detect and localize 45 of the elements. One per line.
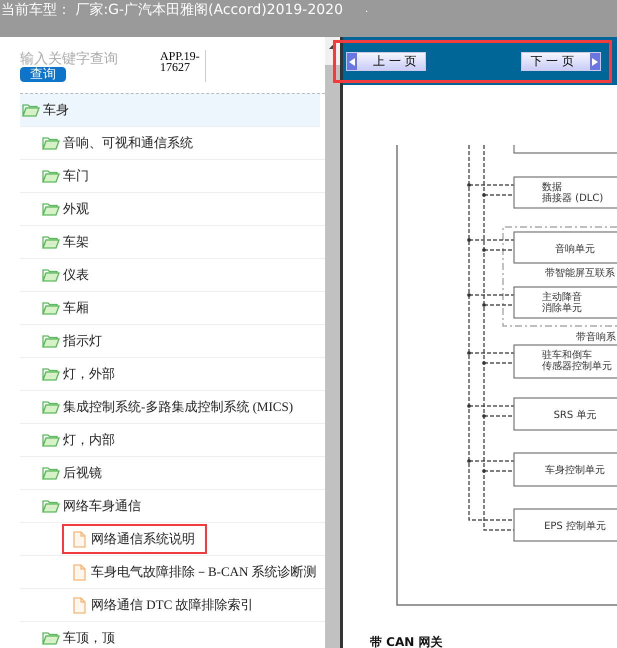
folder-icon [42,268,60,282]
version-text: APP.19-17627 [160,50,206,82]
module-label: 车身控制单元 [545,465,605,476]
folder-icon [42,466,60,480]
connector-line [467,238,515,252]
connector-line [467,459,515,473]
module-label: 音响单元 [555,244,595,255]
section-heading: 带 CAN 网关 [370,635,442,648]
module-label: 主动降音 消除单元 [542,292,582,314]
tree-item[interactable]: 车身 [20,94,320,127]
right-arrow-icon [592,58,598,66]
connector-line [467,404,515,418]
next-page-button[interactable]: 下 一 页 [521,52,601,71]
search-button[interactable]: 查询 [20,67,66,82]
folder-icon [42,334,60,348]
document-icon [72,564,86,580]
folder-icon [42,499,60,513]
left-arrow-icon [349,58,355,66]
folder-icon [42,169,60,183]
folder-icon [42,631,60,645]
module-label: 数据 插接器 (DLC) [542,182,604,204]
previous-page-button[interactable]: 上 一 页 [346,52,426,71]
scroll-up-icon[interactable] [329,45,336,49]
highlight-frame: 网络通信系统说明 [62,524,207,554]
folder-icon [42,301,60,315]
folder-icon [42,367,60,381]
module-label: EPS 控制单元 [544,521,606,532]
dot-mark: . [365,3,368,17]
current-model-title: 当前车型： 厂家:G-广汽本田雅阁(Accord)2019-2020 [1,1,343,19]
document-icon [72,530,86,548]
document-icon [72,596,86,614]
folder-icon [22,103,40,117]
group-label: 带智能屏互联系 [545,268,615,279]
connector-line [467,351,515,365]
group-label: 带音响系 [576,332,616,343]
module-label: 驻车和倒车 传感器控制单元 [542,350,612,372]
folder-icon [42,400,60,414]
folder-icon [42,235,60,249]
search-field[interactable]: 输入关键字查询 [20,50,150,67]
folder-icon [42,202,60,216]
module-label: SRS 单元 [554,410,596,421]
connector-line [467,293,515,307]
folder-icon [42,136,60,150]
connector-line [467,183,515,197]
folder-icon [42,433,60,447]
